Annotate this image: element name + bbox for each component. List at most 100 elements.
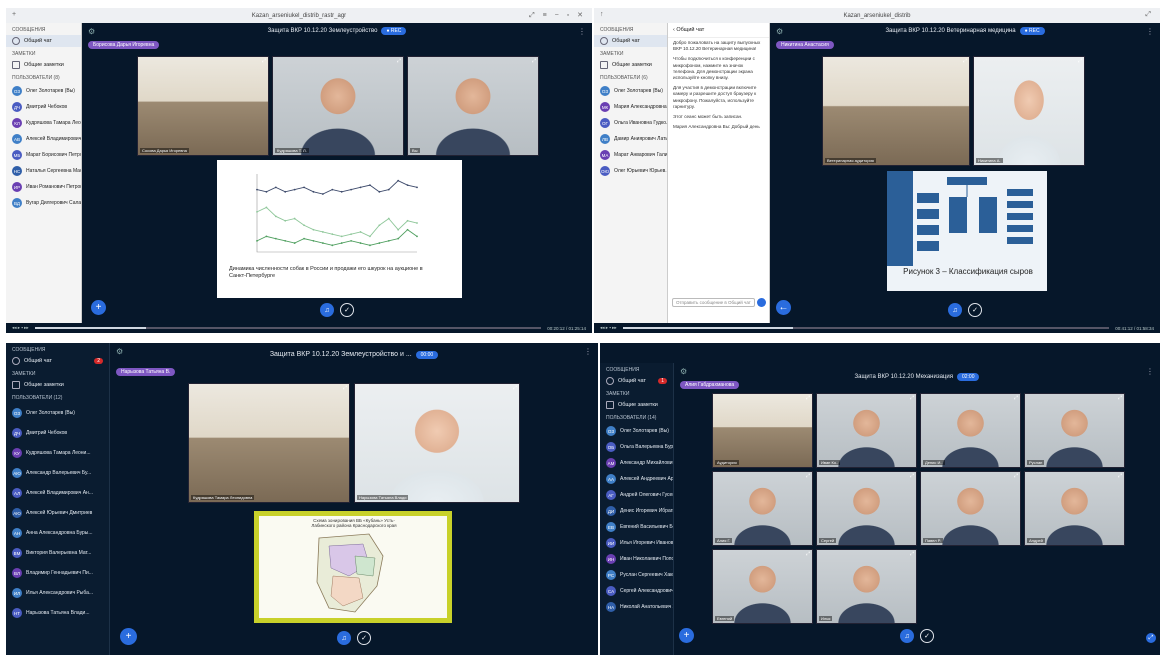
user-list-item[interactable]: ЛВ Дамир Аниярович Латыпов.. [594, 131, 667, 147]
user-list-item[interactable]: ОЮ Олег Юрьевич Юрьев.. [594, 163, 667, 179]
q4-video-tile[interactable]: ⤢ Илья [816, 549, 917, 624]
user-list-item[interactable]: ДЧ Дмитрий Чебоков [6, 99, 81, 115]
q1-window-controls[interactable]: ⤢ ≡ − ▫ ✕ [529, 11, 586, 20]
expand-icon[interactable]: ⤢ [910, 473, 914, 479]
q1-record-button[interactable]: ● REC [381, 27, 407, 35]
q4-video-tile[interactable]: ⤢ Павел Р. [920, 471, 1021, 546]
q4-record-button[interactable]: 02:00 [956, 373, 980, 381]
q2-play-controls[interactable]: ◂◂ ▸ ▪ ▸▸ [600, 325, 617, 331]
q1-public-chat[interactable]: Общий чат [6, 35, 81, 47]
user-list-item[interactable]: СА Сергей Александрович Фед.. [600, 583, 673, 599]
q4-video-tile[interactable]: ⤢ Руслан [1024, 393, 1125, 468]
user-list-item[interactable]: ВД Вугар Дилгерович Салаев [6, 195, 81, 211]
q3-shared-notes[interactable]: Общие заметки [6, 379, 109, 391]
q2-send-button[interactable] [757, 298, 766, 307]
user-list-item[interactable]: МА Марат Анварович Галиев.. [594, 147, 667, 163]
q1-shared-notes[interactable]: Общие заметки [6, 59, 81, 71]
q1-options-icon[interactable]: ⋮ [578, 27, 586, 36]
q2-timeline[interactable]: ◂◂ ▸ ▪ ▸▸ 00:41:12 / 01:58:34 [594, 323, 1160, 333]
user-list-item[interactable]: АГ Андрей Олегович Гусев.. [600, 487, 673, 503]
user-list-item[interactable]: ДИ Денис Игоревич Ибрагим.. [600, 503, 673, 519]
expand-icon[interactable]: ⤢ [1118, 395, 1122, 401]
q2-window-controls[interactable]: ⤢ [1145, 11, 1154, 19]
q2-record-button[interactable]: ● REC [1019, 27, 1045, 35]
user-list-item[interactable]: МБ Марат Борисович Петров [6, 147, 81, 163]
user-list-item[interactable]: ОЗ Олег Золотарев (Вы) [594, 83, 667, 99]
expand-icon[interactable]: ⤢ [806, 473, 810, 479]
expand-icon[interactable]: ⤢ [1014, 395, 1018, 401]
q4-video-tile[interactable]: ⤢ Иван Ко.. [816, 393, 917, 468]
expand-icon[interactable]: ⤢ [910, 551, 914, 557]
q4-presenter-badge[interactable]: Алия Габдрахманова [680, 381, 740, 389]
q1-video-tile-1[interactable]: ⤢ Сосова Дарья Игоревна [137, 56, 269, 156]
q2-options-icon[interactable]: ⋮ [1146, 27, 1154, 36]
user-list-item[interactable]: НТ Нарызова Татьяна Влади... [6, 603, 109, 623]
user-list-item[interactable]: АВ Алексей Владимирович Ан.. [6, 131, 81, 147]
expand-icon[interactable]: ⤢ [513, 385, 517, 391]
expand-icon[interactable]: ⤢ [1014, 473, 1018, 479]
user-list-item[interactable]: АА Алексей Андреевич Ар.. [600, 471, 673, 487]
q1-camera-button[interactable]: ✓ [340, 303, 354, 317]
q3-record-button[interactable]: 00:00 [415, 351, 439, 359]
q4-video-tile[interactable]: ⤢ Аудитория [712, 393, 813, 468]
user-list-item[interactable]: АЮ Алексей Юрьевич Дмитриев [6, 503, 109, 523]
expand-icon[interactable]: ⤢ [806, 395, 810, 401]
q1-video-tile-2[interactable]: ⤢ Кудряшова Т. Л. [272, 56, 404, 156]
expand-icon[interactable]: ⤢ [910, 395, 914, 401]
user-list-item[interactable]: ЕВ Евгений Васильевич Бо.. [600, 519, 673, 535]
expand-icon[interactable]: ⤢ [262, 58, 266, 64]
q2-shared-notes[interactable]: Общие заметки [594, 59, 667, 71]
user-list-item[interactable]: ОБ Ольга Валерьевна Буряк.. [600, 439, 673, 455]
q4-options-icon[interactable]: ⋮ [1146, 367, 1154, 376]
q1-progress-bar[interactable] [34, 327, 542, 329]
q2-chat-input[interactable]: Отправить сообщение в Общий чат [672, 298, 755, 307]
expand-icon[interactable]: ⤢ [532, 58, 536, 64]
q4-headphones-button[interactable]: ♫ [900, 629, 914, 643]
q3-video-tile-2[interactable]: ⤢ Нарызова Татьяна Влади [354, 383, 520, 503]
user-list-item[interactable]: ВМ Виктория Валерьевна Мат... [6, 543, 109, 563]
q2-video-tile-2[interactable]: ⤢ Никитина А. [973, 56, 1085, 166]
q1-presenter-badge[interactable]: Борисова Дарья Игоревна [88, 41, 160, 49]
q4-video-tile[interactable]: ⤢ Алия Г. [712, 471, 813, 546]
q4-shared-notes[interactable]: Общие заметки [600, 399, 673, 411]
expand-icon[interactable]: ⤢ [1118, 473, 1122, 479]
q4-video-tile[interactable]: ⤢ Денис И.. [920, 393, 1021, 468]
expand-icon[interactable]: ⤢ [963, 58, 967, 64]
q3-video-tile-1[interactable]: ⤢ Кудряшова Тамара Леонидовна [188, 383, 350, 503]
user-list-item[interactable]: АН Анна Александровна Буры... [6, 523, 109, 543]
q4-share-screen-button[interactable]: ⤢ [1146, 633, 1156, 643]
user-list-item[interactable]: МК Мария Александровна Ол.. [594, 99, 667, 115]
user-list-item[interactable]: ОГ Ольга Ивановна Гудко.. [594, 115, 667, 131]
user-list-item[interactable]: АЛ Алексей Владимирович Ан... [6, 483, 109, 503]
user-list-item[interactable]: КЛ Кудряшова Тамара Леонид.. [6, 115, 81, 131]
q2-progress-bar[interactable] [622, 327, 1110, 329]
q3-public-chat[interactable]: Общий чат 2 [6, 355, 109, 367]
q2-video-tile-1[interactable]: ⤢ Ветеринарная аудитория [822, 56, 970, 166]
q2-headphones-button[interactable]: ♫ [948, 303, 962, 317]
q1-headphones-button[interactable]: ♫ [320, 303, 334, 317]
q3-presenter-badge[interactable]: Нарызова Татьяна В. [116, 368, 176, 376]
q1-timeline[interactable]: ◂◂ ▸ ▪ ▸▸ 00:20:12 / 01:25:14 [6, 323, 592, 333]
user-list-item[interactable]: ДЧ Дмитрий Чебоков [6, 423, 109, 443]
user-list-item[interactable]: ОЗ Олег Золотарев (Вы) [600, 423, 673, 439]
user-list-item[interactable]: РС Руслан Сергеевич Хакимов [600, 567, 673, 583]
q3-camera-button[interactable]: ✓ [357, 631, 371, 645]
user-list-item[interactable]: АМ Александр Михайлович Гу.. [600, 455, 673, 471]
expand-icon[interactable]: ⤢ [806, 551, 810, 557]
user-list-item[interactable]: НС Наталья Сергеевна Маслов.. [6, 163, 81, 179]
q1-play-controls[interactable]: ◂◂ ▸ ▪ ▸▸ [12, 325, 29, 331]
q4-video-tile[interactable]: ⤢ Сергей [816, 471, 917, 546]
user-list-item[interactable]: ВЛ Владимир Геннадьевич Пи... [6, 563, 109, 583]
user-list-item[interactable]: КУ Кудряшова Тамара Леони... [6, 443, 109, 463]
q2-camera-button[interactable]: ✓ [968, 303, 982, 317]
user-list-item[interactable]: АЮ Александр Валерьевич Бу... [6, 463, 109, 483]
user-list-item[interactable]: ИН Иван Николаевич Попов.. [600, 551, 673, 567]
q2-public-chat[interactable]: Общий чат [594, 35, 667, 47]
user-list-item[interactable]: ИЛ Илья Александрович Рыба... [6, 583, 109, 603]
expand-icon[interactable]: ⤢ [1078, 58, 1082, 64]
q2-pin-icon[interactable]: ↑ [600, 11, 604, 18]
q3-options-icon[interactable]: ⋮ [584, 347, 592, 356]
user-list-item[interactable]: ИР Иван Романович Петров [6, 179, 81, 195]
q4-public-chat[interactable]: Общий чат 1 [600, 375, 673, 387]
q3-headphones-button[interactable]: ♫ [337, 631, 351, 645]
